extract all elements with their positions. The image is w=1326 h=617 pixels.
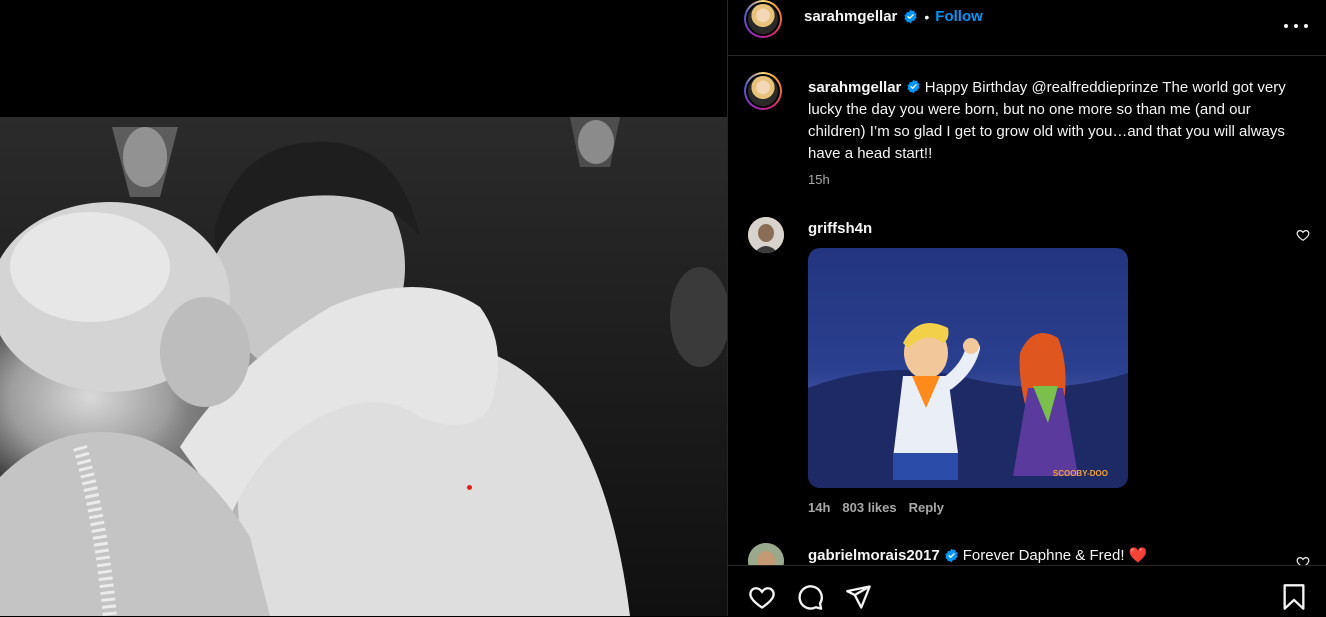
- gif-illustration: SCOOBY-DOO: [808, 323, 1128, 488]
- comment-username[interactable]: griffsh4n: [808, 220, 872, 237]
- comment-meta: 14h 803 likes Reply: [808, 500, 944, 515]
- gif-watermark: SCOOBY-DOO: [1053, 469, 1108, 478]
- post-media-pane: [0, 0, 727, 616]
- comment-bubble-icon[interactable]: [796, 583, 824, 611]
- post-header: sarahmgellar • Follow: [728, 0, 1326, 56]
- post-photo[interactable]: [0, 117, 727, 616]
- post-side-panel: sarahmgellar • Follow sarahmgellar Happy…: [728, 0, 1326, 617]
- verified-badge-icon: [906, 79, 920, 94]
- comment-text: Forever Daphne & Fred!: [962, 546, 1125, 564]
- photo-illustration: [0, 117, 727, 616]
- comment-username[interactable]: gabrielmorais2017: [808, 547, 940, 564]
- author-username[interactable]: sarahmgellar: [804, 8, 897, 25]
- follow-button[interactable]: Follow: [935, 8, 983, 25]
- red-dot-marker: [467, 485, 472, 490]
- comment-avatar[interactable]: [748, 217, 784, 253]
- comment-body: gabrielmorais2017 Forever Daphne & Fred!…: [808, 546, 1148, 565]
- post-action-bar: [728, 565, 1326, 617]
- heart-icon[interactable]: [748, 583, 776, 611]
- post-caption: sarahmgellar Happy Birthday @realfreddie…: [808, 77, 1293, 165]
- bookmark-icon[interactable]: [1280, 583, 1308, 611]
- comment-gif[interactable]: SCOOBY-DOO: [808, 248, 1128, 488]
- comment-likes[interactable]: 803 likes: [842, 500, 896, 515]
- heart-emoji: ❤️: [1128, 547, 1148, 564]
- post-time[interactable]: 15h: [808, 172, 830, 187]
- comment-reply-button[interactable]: Reply: [909, 500, 944, 515]
- caption-username[interactable]: sarahmgellar: [808, 79, 901, 96]
- verified-badge-icon: [904, 9, 918, 24]
- comment-like-heart-icon[interactable]: [1296, 228, 1310, 242]
- comment-time[interactable]: 14h: [808, 500, 830, 515]
- header-separator: •: [924, 8, 930, 25]
- more-options-icon[interactable]: [1284, 16, 1308, 36]
- verified-badge-icon: [945, 548, 958, 562]
- paper-plane-icon[interactable]: [844, 583, 872, 611]
- caption-author-avatar[interactable]: [744, 72, 782, 110]
- author-avatar[interactable]: [744, 0, 782, 38]
